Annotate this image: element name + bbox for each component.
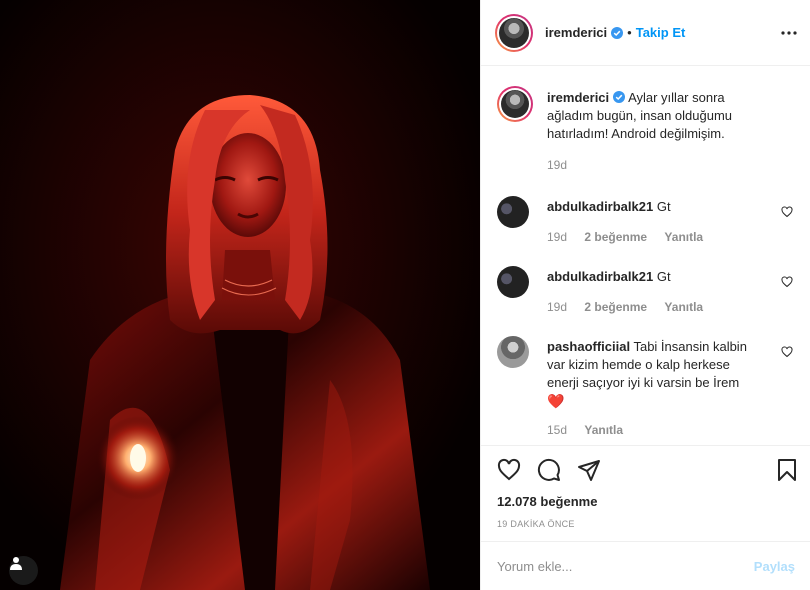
comment-username[interactable]: abdulkadirbalk21 [547,269,653,284]
verified-badge-icon [611,26,624,39]
reply-button[interactable]: Yanıtla [664,300,703,314]
comment-input[interactable] [497,558,754,574]
more-options-icon[interactable] [779,24,799,42]
comment-likes[interactable]: 2 beğenme [584,230,647,244]
comment-like-icon[interactable] [781,206,793,218]
separator-dot: • [627,25,632,40]
comment-age[interactable]: 19d [547,230,567,244]
caption-avatar-image [501,90,529,118]
user-tag-button[interactable] [9,556,38,585]
comment-text: Gt [656,269,671,284]
comment-avatar[interactable] [497,266,529,298]
reply-button[interactable]: Yanıtla [584,423,623,437]
post-dialog: iremderici • Takip Et iremderici Aylar y… [0,0,810,590]
caption-age[interactable]: 19d [547,158,567,172]
avatar-image [499,17,529,48]
post-timestamp[interactable]: 19 DAKİKA ÖNCE [497,519,575,529]
add-comment-bar: Paylaş [481,541,810,590]
heart-icon[interactable] [497,458,521,482]
caption-username[interactable]: iremderici [547,90,609,105]
reply-button[interactable]: Yanıtla [664,230,703,244]
comment-like-icon[interactable] [781,346,793,358]
share-icon[interactable] [577,458,601,482]
comment-avatar[interactable] [497,196,529,228]
comment-text: Gt [656,199,671,214]
avatar[interactable] [495,13,533,52]
comment-like-icon[interactable] [781,276,793,288]
comment-emoji: ❤️ [547,393,565,409]
comment-username[interactable]: abdulkadirbalk21 [547,199,653,214]
comment-avatar[interactable] [497,336,529,368]
bookmark-icon[interactable] [775,458,799,482]
post-photo[interactable] [0,0,480,590]
verified-badge-icon [613,91,626,103]
caption-avatar[interactable] [497,86,533,122]
post-header: iremderici • Takip Et [481,0,810,66]
comment-icon[interactable] [537,458,561,482]
follow-button[interactable]: Takip Et [636,25,686,40]
post-details-panel: iremderici • Takip Et iremderici Aylar y… [480,0,810,590]
likes-count[interactable]: 12.078 beğenme [497,494,597,509]
comment-age[interactable]: 19d [547,300,567,314]
comment-age[interactable]: 15d [547,423,567,437]
photo-illustration [0,0,480,590]
comment-likes[interactable]: 2 beğenme [584,300,647,314]
header-username[interactable]: iremderici [545,25,607,40]
post-actions: 12.078 beğenme 19 DAKİKA ÖNCE [481,445,810,541]
user-tag-icon [10,557,22,570]
post-comment-button[interactable]: Paylaş [754,559,795,574]
comments-list[interactable]: iremderici Aylar yıllar sonra ağladım bu… [481,67,810,445]
comment-username[interactable]: pashaofficiial [547,339,630,354]
